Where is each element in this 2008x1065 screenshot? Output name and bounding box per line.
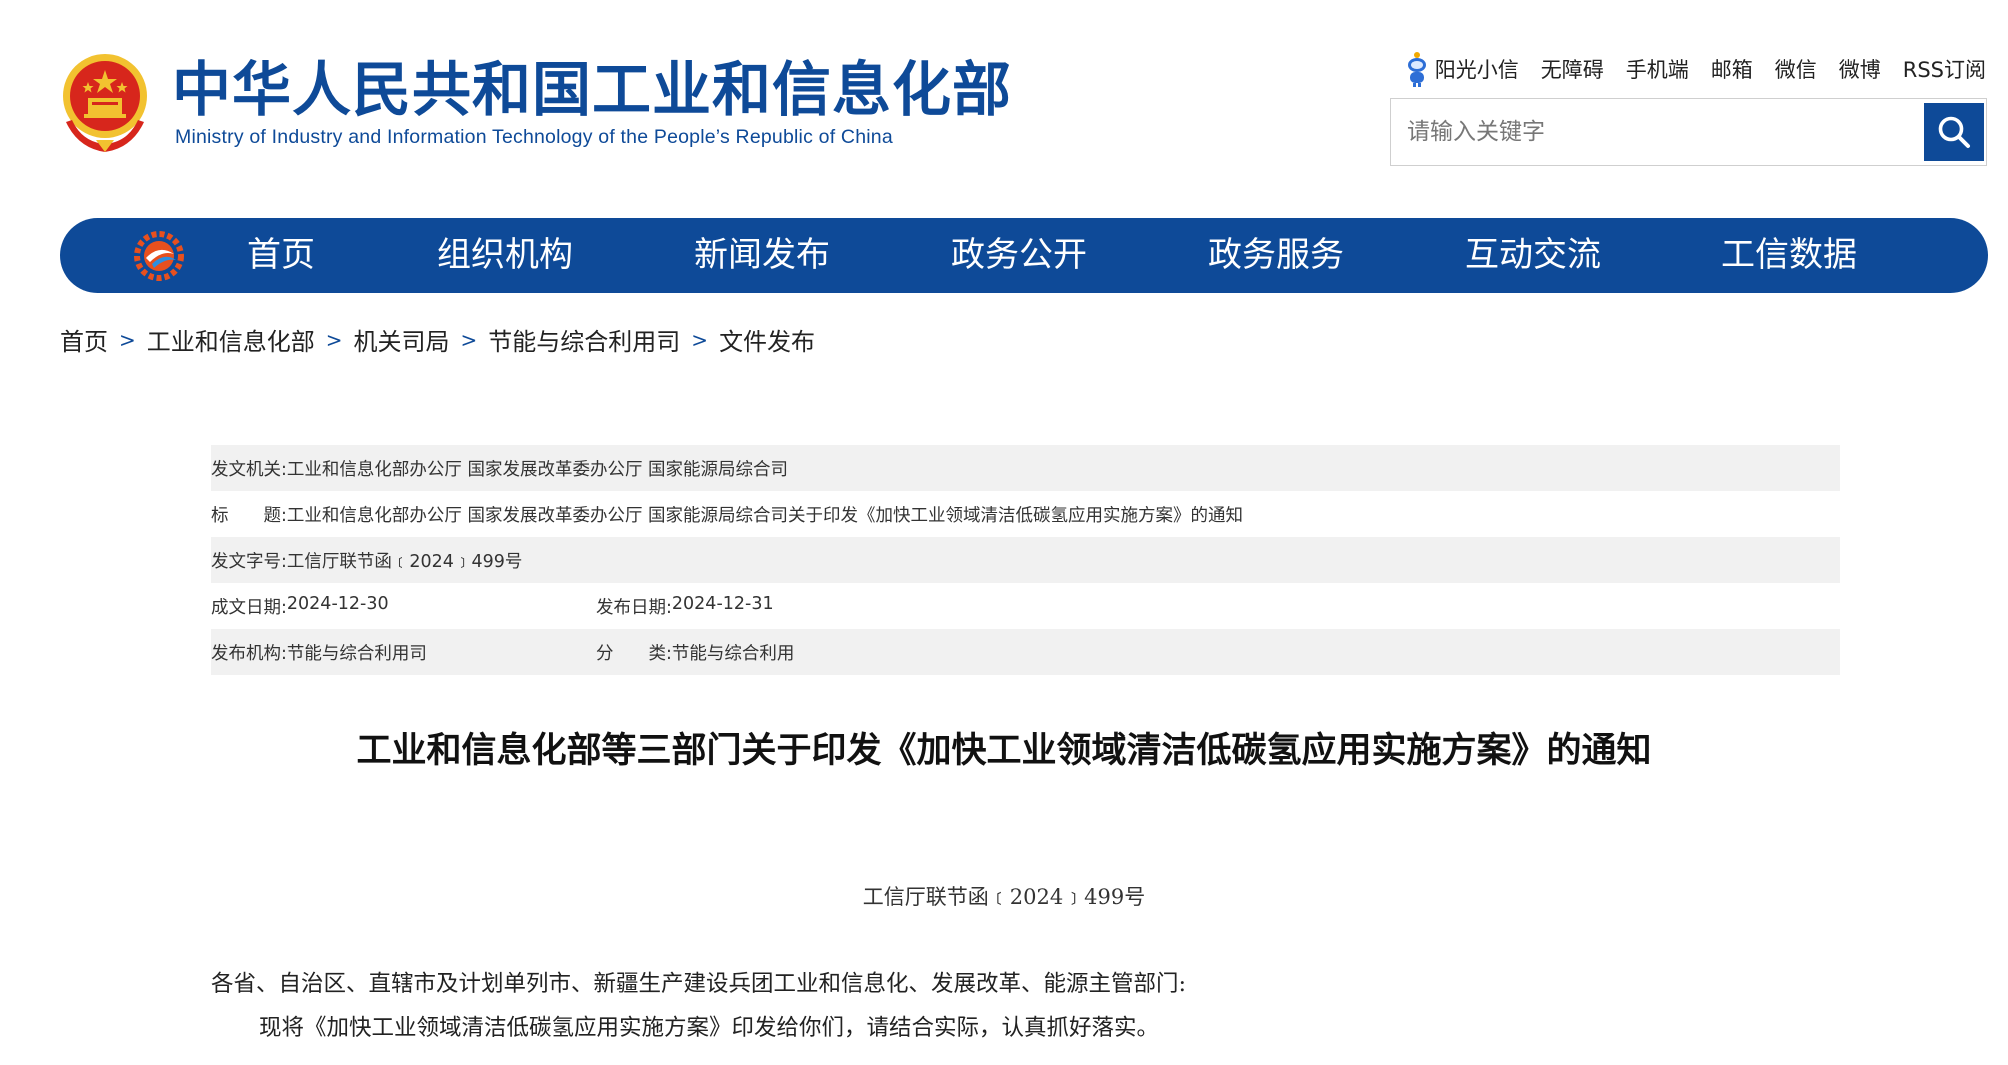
meta-label: 发文机关: (211, 459, 287, 480)
article-paragraph: 现将《加快工业领域清洁低碳氢应用实施方案》印发给你们，请结合实际，认真抓好落实。 (259, 1015, 1160, 1041)
meta-label: 成文日期: (211, 597, 287, 618)
robot-icon (1407, 52, 1426, 87)
breadcrumb-separator: > (460, 327, 478, 352)
article-doc-number: 工信厅联节函﹝2024﹞499号 (862, 885, 1146, 909)
search-box (1390, 98, 1987, 166)
breadcrumb-separator: > (691, 327, 709, 352)
meta-label: 发文字号: (211, 551, 287, 572)
nav-item-government-affairs[interactable]: 政务公开 (951, 218, 1087, 293)
top-links: 阳光小信 无障碍 手机端 邮箱 微信 微博 RSS订阅 (1405, 50, 1986, 88)
breadcrumb-ministry[interactable]: 工业和信息化部 (147, 322, 315, 357)
main-nav: 首页 组织机构 新闻发布 政务公开 政务服务 互动交流 工信数据 (60, 218, 1988, 293)
meta-value-issuer: 工业和信息化部办公厅 国家发展改革委办公厅 国家能源局综合司 (286, 459, 789, 480)
site-title: 中华人民共和国工业和信息化部 (172, 55, 1013, 124)
breadcrumb-departments[interactable]: 机关司局 (354, 322, 450, 357)
top-link-accessibility[interactable]: 无障碍 (1541, 54, 1604, 84)
nav-item-organization[interactable]: 组织机构 (437, 218, 573, 293)
meta-value-category: 节能与综合利用 (671, 643, 795, 664)
meta-value-published-date: 2024-12-31 (671, 593, 774, 614)
meta-label: 发布日期: (596, 597, 672, 618)
search-icon (1938, 116, 1970, 148)
meta-row-org-category: 发布机构: 节能与综合利用司 分 类: 节能与综合利用 (211, 629, 1840, 675)
meta-label: 发布机构: (211, 643, 287, 664)
search-button[interactable] (1924, 103, 1984, 161)
top-link-rss[interactable]: RSS订阅 (1903, 54, 1986, 84)
meta-value-title: 工业和信息化部办公厅 国家发展改革委办公厅 国家能源局综合司关于印发《加快工业领… (286, 505, 1244, 526)
meta-row-doc-number: 发文字号: 工信厅联节函﹝2024﹞499号 (211, 537, 1840, 583)
search-input[interactable] (1391, 99, 1926, 165)
nav-item-news[interactable]: 新闻发布 (694, 218, 830, 293)
meta-row-issuer: 发文机关: 工业和信息化部办公厅 国家发展改革委办公厅 国家能源局综合司 (211, 445, 1840, 491)
article-addressee: 各省、自治区、直辖市及计划单列市、新疆生产建设兵团工业和信息化、发展改革、能源主… (211, 971, 1187, 997)
nav-item-home[interactable]: 首页 (247, 218, 315, 293)
meta-label: 分 类: (596, 643, 672, 664)
top-link-sunshine-label: 阳光小信 (1434, 58, 1519, 82)
meta-row-title: 标 题: 工业和信息化部办公厅 国家发展改革委办公厅 国家能源局综合司关于印发《… (211, 491, 1840, 537)
top-link-mobile[interactable]: 手机端 (1626, 54, 1689, 84)
top-link-sunshine[interactable]: 阳光小信 (1405, 50, 1519, 88)
meta-value-org: 节能与综合利用司 (286, 643, 427, 664)
meta-row-dates: 成文日期: 2024-12-30 发布日期: 2024-12-31 (211, 583, 1840, 629)
breadcrumb-documents[interactable]: 文件发布 (719, 322, 815, 357)
top-link-email[interactable]: 邮箱 (1711, 54, 1753, 84)
meta-value-created-date: 2024-12-30 (286, 593, 389, 614)
document-meta-table: 发文机关: 工业和信息化部办公厅 国家发展改革委办公厅 国家能源局综合司 标 题… (211, 445, 1840, 675)
breadcrumb-energy-saving-dept[interactable]: 节能与综合利用司 (488, 322, 680, 357)
breadcrumb-separator: > (119, 327, 136, 352)
national-emblem-icon (63, 54, 147, 152)
meta-value-doc-number: 工信厅联节函﹝2024﹞499号 (286, 551, 523, 572)
nav-item-data[interactable]: 工信数据 (1721, 218, 1857, 293)
meta-label: 标 题: (211, 505, 287, 526)
nav-item-interaction[interactable]: 互动交流 (1465, 218, 1601, 293)
site-subtitle: Ministry of Industry and Information Tec… (175, 126, 893, 148)
breadcrumb-separator: > (325, 327, 343, 352)
top-link-wechat[interactable]: 微信 (1775, 54, 1817, 84)
breadcrumb-home[interactable]: 首页 (60, 322, 108, 357)
breadcrumb: 首页 > 工业和信息化部 > 机关司局 > 节能与综合利用司 > 文件发布 (60, 322, 815, 357)
nav-item-government-services[interactable]: 政务服务 (1208, 218, 1344, 293)
article-title: 工业和信息化部等三部门关于印发《加快工业领域清洁低碳氢应用实施方案》的通知 (356, 731, 1652, 771)
miit-gear-logo-icon (134, 231, 184, 281)
top-link-weibo[interactable]: 微博 (1839, 54, 1881, 84)
